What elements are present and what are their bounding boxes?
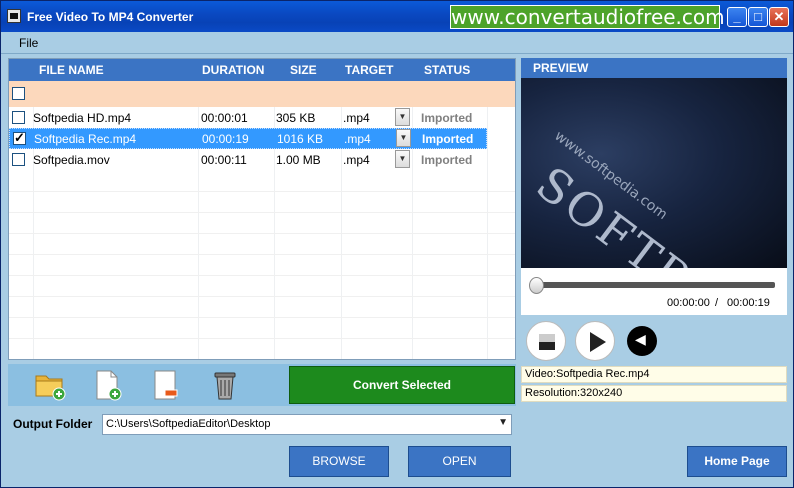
cell-target: .mp4 [343,153,370,167]
table-row[interactable]: Softpedia.mov 00:00:11 1.00 MB .mp4 ▼ Im… [9,149,487,170]
cell-duration: 00:00:11 [201,153,247,167]
time-separator: / [715,297,719,309]
remove-icon[interactable] [149,368,183,402]
convert-selected-button[interactable]: Convert Selected [289,366,515,404]
table-header: FILE NAME DURATION SIZE TARGET STATUS [9,59,515,81]
table-row[interactable]: Softpedia Rec.mp4 00:00:19 1016 KB .mp4 … [9,128,487,149]
output-folder-value: C:\Users\SoftpediaEditor\Desktop [106,418,271,430]
website-banner[interactable]: www.convertaudiofree.com [450,5,725,29]
file-add-icon[interactable] [91,368,125,402]
cell-status: Imported [421,111,473,125]
minimize-button[interactable]: _ [727,7,747,27]
chevron-down-icon[interactable]: ▼ [395,108,410,126]
resolution-info: Resolution:320x240 [521,385,787,402]
row-divider [9,275,515,276]
row-divider [9,296,515,297]
current-time: 00:00:00 [667,297,710,309]
cell-target: .mp4 [343,111,370,125]
seek-handle[interactable] [529,277,544,294]
menu-file[interactable]: File [19,36,38,50]
menu-bar: File [1,32,793,54]
file-list-panel: FILE NAME DURATION SIZE TARGET STATUS So… [8,58,516,360]
folder-add-icon[interactable] [34,368,68,402]
cell-target: .mp4 [344,132,371,146]
video-preview: www.softpedia.com SOFTPEDIA™ [521,78,787,268]
header-size: SIZE [290,63,317,77]
output-folder-label: Output Folder [13,417,93,431]
volume-icon[interactable] [627,326,657,356]
row-divider [9,254,515,255]
cell-status: Imported [421,153,473,167]
table-row[interactable]: Softpedia HD.mp4 00:00:01 305 KB .mp4 ▼ … [9,107,487,128]
select-all-checkbox[interactable] [12,87,25,100]
trash-icon[interactable] [208,368,242,402]
header-status: STATUS [424,63,471,77]
row-divider [9,212,515,213]
cell-status: Imported [422,132,474,146]
header-file-name: FILE NAME [39,63,104,77]
row-divider [9,338,515,339]
output-folder-select[interactable]: C:\Users\SoftpediaEditor\Desktop ▼ [102,414,512,435]
header-duration: DURATION [202,63,265,77]
row-checkbox[interactable] [12,111,25,124]
row-divider [9,317,515,318]
preview-header: PREVIEW [521,58,787,78]
cell-duration: 00:00:01 [201,111,248,125]
cell-file-name: Softpedia Rec.mp4 [34,132,137,146]
seek-bar[interactable] [535,282,775,288]
header-target: TARGET [345,63,394,77]
row-divider [9,191,515,192]
browse-button[interactable]: BROWSE [289,446,389,477]
action-toolbar: Convert Selected [8,364,516,406]
maximize-button[interactable]: □ [748,7,768,27]
row-checkbox[interactable] [12,153,25,166]
chevron-down-icon[interactable]: ▼ [395,150,410,168]
cell-file-name: Softpedia.mov [33,153,110,167]
home-page-button[interactable]: Home Page [687,446,787,477]
seek-area: 00:00:00 / 00:00:19 [521,268,787,315]
play-icon[interactable] [575,321,615,361]
open-button[interactable]: OPEN [408,446,511,477]
cell-size: 1.00 MB [276,153,321,167]
select-all-row [9,81,515,107]
row-checkbox[interactable] [13,130,26,146]
app-window: Free Video To MP4 Converter www.converta… [0,0,794,488]
close-button[interactable]: ✕ [769,7,789,27]
chevron-down-icon[interactable]: ▼ [396,129,411,147]
window-title: Free Video To MP4 Converter [27,10,194,24]
cell-duration: 00:00:19 [202,132,249,146]
row-divider [9,233,515,234]
cell-file-name: Softpedia HD.mp4 [33,111,132,125]
chevron-down-icon[interactable]: ▼ [498,417,508,428]
video-info: Video:Softpedia Rec.mp4 [521,366,787,383]
stop-icon[interactable] [526,321,566,361]
total-duration: 00:00:19 [727,297,770,309]
cell-size: 1016 KB [277,132,324,146]
file-rows: Softpedia HD.mp4 00:00:01 305 KB .mp4 ▼ … [9,107,515,359]
title-bar[interactable]: Free Video To MP4 Converter www.converta… [1,1,793,32]
app-icon [7,9,21,23]
cell-size: 305 KB [276,111,316,125]
